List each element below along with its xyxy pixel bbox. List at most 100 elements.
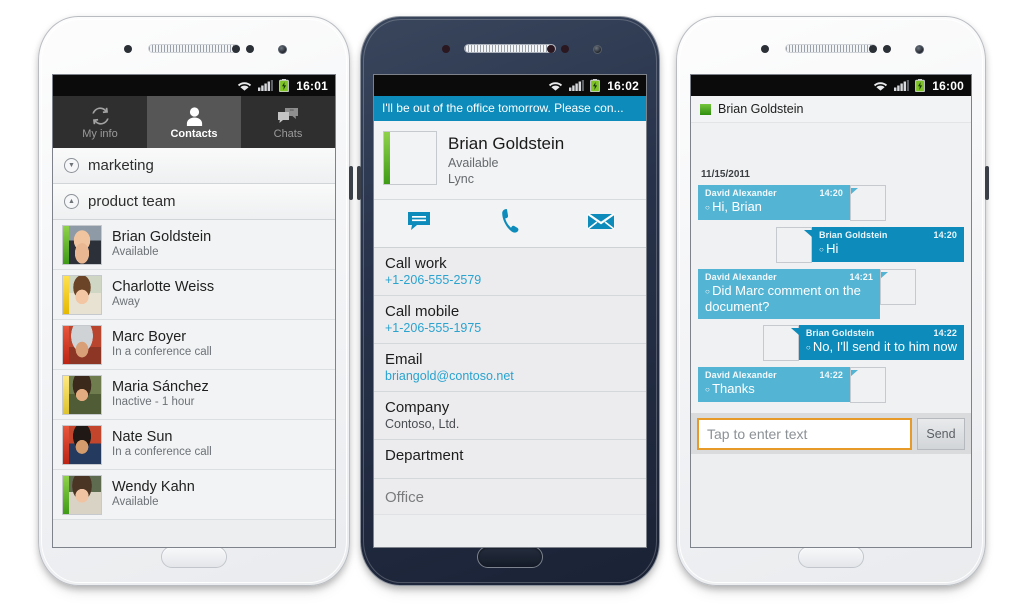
card-field-office[interactable]: Office (374, 478, 646, 515)
battery-charging-icon (590, 79, 601, 92)
conversation-title: Brian Goldstein (718, 102, 804, 116)
home-button[interactable] (477, 546, 543, 568)
tab-contacts-label: Contacts (170, 127, 218, 140)
avatar (62, 224, 102, 265)
field-label: Company (385, 398, 450, 416)
contact-list-item[interactable]: Maria Sánchez Inactive - 1 hour (53, 370, 335, 420)
group-row-product-team[interactable]: ▲ product team (53, 184, 335, 220)
presence-indicator (63, 475, 69, 514)
contact-list-item[interactable]: Marc Boyer In a conference call (53, 320, 335, 370)
message-time: 14:22 (933, 328, 957, 339)
message-row[interactable]: Brian Goldstein 14:20 Hi (698, 227, 964, 263)
status-bar-clock: 16:01 (296, 78, 328, 93)
message-row[interactable]: David Alexander 14:20 Hi, Brian (698, 185, 964, 221)
presence-indicator (63, 375, 69, 414)
proximity-sensor-icon (124, 45, 132, 53)
message-row[interactable]: David Alexander 14:21 Did Marc comment o… (698, 269, 964, 320)
home-button[interactable] (798, 546, 864, 568)
message-row[interactable]: David Alexander 14:22 Thanks (698, 367, 964, 404)
message-input[interactable]: Tap to enter text (697, 417, 912, 450)
action-email-button[interactable] (555, 200, 646, 247)
phone3-screen: 16:00 Brian Goldstein 11/15/2011 David A… (690, 74, 972, 548)
phone-showcase: 16:01 My info Contacts ”” Chats ▼ market… (0, 0, 1024, 616)
light-sensor-icon (232, 45, 240, 53)
phone-contact-card: 16:02 I'll be out of the office tomorrow… (357, 16, 660, 586)
svg-text:””: ”” (290, 110, 294, 116)
earpiece-speaker-icon (464, 44, 556, 53)
message-bubble: Brian Goldstein 14:20 Hi (804, 227, 964, 262)
avatar (850, 367, 886, 404)
notification-led-icon (561, 45, 569, 53)
conversation-header[interactable]: Brian Goldstein (691, 96, 971, 123)
light-sensor-icon (547, 45, 555, 53)
contact-name: Nate Sun (112, 429, 173, 446)
message-bubble: David Alexander 14:21 Did Marc comment o… (698, 269, 888, 320)
contact-status: Away (112, 296, 140, 309)
tab-bar: My info Contacts ”” Chats (53, 96, 335, 148)
action-chat-button[interactable] (374, 200, 465, 247)
volume-button[interactable] (357, 166, 361, 200)
phone1-screen: 16:01 My info Contacts ”” Chats ▼ market… (52, 74, 336, 548)
avatar (62, 474, 102, 515)
front-camera-icon (278, 45, 287, 54)
contact-status: In a conference call (112, 346, 212, 359)
earpiece-speaker-icon (785, 44, 877, 53)
field-label: Office (385, 488, 424, 506)
power-button[interactable] (985, 166, 989, 200)
avatar (62, 374, 102, 415)
front-camera-icon (915, 45, 924, 54)
phone-contacts-list: 16:01 My info Contacts ”” Chats ▼ market… (38, 16, 353, 586)
tab-my-info-label: My info (82, 127, 118, 140)
group-name: marketing (88, 157, 154, 174)
action-call-button[interactable] (465, 200, 556, 247)
message-composer: Tap to enter text Send (691, 413, 971, 454)
contact-list-item[interactable]: Brian Goldstein Available (53, 220, 335, 270)
field-value: Contoso, Ltd. (385, 416, 460, 431)
message-text: No, I'll send it to him now (806, 339, 957, 355)
contact-source: Lync (448, 172, 474, 187)
card-field-department[interactable]: Department (374, 439, 646, 479)
card-field-call-work[interactable]: Call work +1-206-555-2579 (374, 247, 646, 296)
message-sender: David Alexander (705, 370, 777, 381)
field-label: Email (385, 350, 423, 368)
chevron-down-icon: ▼ (64, 158, 79, 173)
avatar[interactable] (383, 131, 437, 185)
send-button[interactable]: Send (917, 417, 965, 450)
card-field-company[interactable]: Company Contoso, Ltd. (374, 391, 646, 440)
wifi-icon (874, 82, 888, 91)
group-row-marketing[interactable]: ▼ marketing (53, 148, 335, 184)
battery-charging-icon (915, 79, 926, 92)
contact-card-header: Brian Goldstein Available Lync (374, 121, 646, 200)
message-list[interactable]: 11/15/2011 David Alexander 14:20 Hi, Bri… (691, 123, 971, 454)
contact-availability: Available (448, 156, 499, 171)
contact-list-item[interactable]: Charlotte Weiss Away (53, 270, 335, 320)
tab-chats[interactable]: ”” Chats (241, 96, 335, 148)
avatar (850, 185, 886, 221)
phone1-status-bar: 16:01 (53, 75, 335, 96)
home-button[interactable] (161, 546, 227, 568)
battery-charging-icon (279, 79, 290, 92)
contact-list-item[interactable]: Wendy Kahn Available (53, 470, 335, 520)
envelope-icon (587, 211, 615, 236)
field-value: +1-206-555-1975 (385, 320, 482, 335)
message-row[interactable]: Brian Goldstein 14:22 No, I'll send it t… (698, 325, 964, 362)
contact-list-item[interactable]: Nate Sun In a conference call (53, 420, 335, 470)
earpiece-speaker-icon (148, 44, 240, 53)
card-field-call-mobile[interactable]: Call mobile +1-206-555-1975 (374, 295, 646, 344)
presence-indicator (63, 325, 69, 364)
message-time: 14:20 (819, 188, 843, 198)
field-label: Call work (385, 254, 447, 272)
tab-contacts[interactable]: Contacts (147, 96, 241, 148)
status-note-banner[interactable]: I'll be out of the office tomorrow. Plea… (374, 96, 646, 121)
contact-name: Wendy Kahn (112, 479, 195, 496)
message-time: 14:21 (849, 272, 873, 282)
card-field-email[interactable]: Email briangold@contoso.net (374, 343, 646, 392)
message-text: Did Marc comment on the document? (705, 283, 873, 314)
message-text: Hi (819, 241, 957, 257)
field-value: briangold@contoso.net (385, 368, 514, 383)
status-bar-clock: 16:02 (607, 78, 639, 93)
power-button[interactable] (349, 166, 353, 200)
light-sensor-icon (869, 45, 877, 53)
tab-my-info[interactable]: My info (53, 96, 147, 148)
phone2-top-hardware (360, 42, 660, 56)
